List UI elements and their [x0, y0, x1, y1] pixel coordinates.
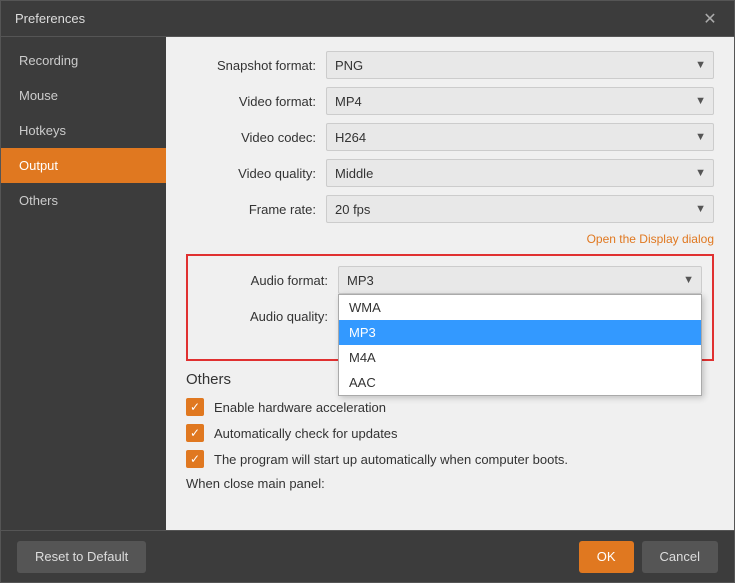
- startup-checkbox-label: The program will start up automatically …: [214, 452, 568, 467]
- video-quality-select[interactable]: Middle: [326, 159, 714, 187]
- sidebar-item-mouse[interactable]: Mouse: [1, 78, 166, 113]
- ok-button[interactable]: OK: [579, 541, 634, 573]
- cancel-button[interactable]: Cancel: [642, 541, 718, 573]
- sidebar-item-hotkeys[interactable]: Hotkeys: [1, 113, 166, 148]
- snapshot-format-row: Snapshot format: PNG ▼: [186, 51, 714, 79]
- startup-checkbox[interactable]: ✓: [186, 450, 204, 468]
- frame-rate-select-wrapper: 20 fps ▼: [326, 195, 714, 223]
- display-link-row: Open the Display dialog: [186, 231, 714, 246]
- video-quality-label: Video quality:: [186, 166, 316, 181]
- video-format-label: Video format:: [186, 94, 316, 109]
- snapshot-format-label: Snapshot format:: [186, 58, 316, 73]
- content-area: Recording Mouse Hotkeys Output Others Sn…: [1, 37, 734, 530]
- video-format-row: Video format: MP4 ▼: [186, 87, 714, 115]
- updates-checkbox-row: ✓ Automatically check for updates: [186, 424, 714, 442]
- sidebar-item-recording[interactable]: Recording: [1, 43, 166, 78]
- title-bar: Preferences ✕: [1, 1, 734, 37]
- hardware-checkmark-icon: ✓: [190, 400, 200, 414]
- audio-format-dropdown[interactable]: WMA MP3 M4A AAC: [338, 294, 702, 396]
- sidebar-item-others[interactable]: Others: [1, 183, 166, 218]
- snapshot-format-select[interactable]: PNG: [326, 51, 714, 79]
- frame-rate-label: Frame rate:: [186, 202, 316, 217]
- dropdown-option-aac[interactable]: AAC: [339, 370, 701, 395]
- frame-rate-select[interactable]: 20 fps: [326, 195, 714, 223]
- video-quality-select-wrapper: Middle ▼: [326, 159, 714, 187]
- startup-checkbox-row: ✓ The program will start up automaticall…: [186, 450, 714, 468]
- audio-quality-label: Audio quality:: [198, 309, 328, 324]
- audio-format-row: Audio format: MP3 ▼ WMA MP3 M4A AAC: [198, 266, 702, 294]
- dropdown-option-wma[interactable]: WMA: [339, 295, 701, 320]
- hardware-checkbox[interactable]: ✓: [186, 398, 204, 416]
- video-codec-select[interactable]: H264: [326, 123, 714, 151]
- updates-checkmark-icon: ✓: [190, 426, 200, 440]
- when-close-row: When close main panel:: [186, 476, 714, 491]
- hardware-checkbox-row: ✓ Enable hardware acceleration: [186, 398, 714, 416]
- video-format-select[interactable]: MP4: [326, 87, 714, 115]
- preferences-dialog: Preferences ✕ Recording Mouse Hotkeys Ou…: [0, 0, 735, 583]
- audio-section: Audio format: MP3 ▼ WMA MP3 M4A AAC: [186, 254, 714, 361]
- video-quality-row: Video quality: Middle ▼: [186, 159, 714, 187]
- frame-rate-row: Frame rate: 20 fps ▼: [186, 195, 714, 223]
- dialog-title: Preferences: [15, 11, 85, 26]
- footer: Reset to Default OK Cancel: [1, 530, 734, 582]
- updates-checkbox[interactable]: ✓: [186, 424, 204, 442]
- reset-button[interactable]: Reset to Default: [17, 541, 146, 573]
- audio-format-select[interactable]: MP3: [338, 266, 702, 294]
- main-content: Snapshot format: PNG ▼ Video format: MP4…: [166, 37, 734, 530]
- close-button[interactable]: ✕: [700, 9, 720, 29]
- video-codec-row: Video codec: H264 ▼: [186, 123, 714, 151]
- hardware-checkbox-label: Enable hardware acceleration: [214, 400, 386, 415]
- audio-format-select-wrapper: MP3 ▼ WMA MP3 M4A AAC: [338, 266, 702, 294]
- video-codec-label: Video codec:: [186, 130, 316, 145]
- audio-format-label: Audio format:: [198, 273, 328, 288]
- video-codec-select-wrapper: H264 ▼: [326, 123, 714, 151]
- snapshot-format-select-wrapper: PNG ▼: [326, 51, 714, 79]
- dropdown-option-mp3[interactable]: MP3: [339, 320, 701, 345]
- dropdown-option-m4a[interactable]: M4A: [339, 345, 701, 370]
- when-close-label: When close main panel:: [186, 476, 325, 491]
- sidebar-item-output[interactable]: Output: [1, 148, 166, 183]
- sidebar: Recording Mouse Hotkeys Output Others: [1, 37, 166, 530]
- updates-checkbox-label: Automatically check for updates: [214, 426, 398, 441]
- video-format-select-wrapper: MP4 ▼: [326, 87, 714, 115]
- footer-right: OK Cancel: [579, 541, 718, 573]
- open-display-link[interactable]: Open the Display dialog: [587, 232, 714, 246]
- startup-checkmark-icon: ✓: [190, 452, 200, 466]
